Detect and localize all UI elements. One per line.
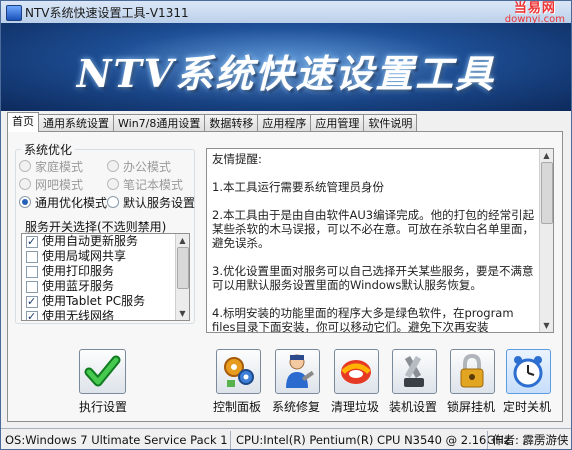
system-repair-label: 系统修复: [271, 400, 320, 414]
tab-general-system-settings[interactable]: 通用系统设置: [38, 114, 114, 132]
tab-win78-settings[interactable]: Win7/8通用设置: [113, 114, 206, 132]
timed-shutdown-label: 定时关机: [502, 400, 551, 414]
checkbox[interactable]: [26, 281, 38, 293]
window-title: NTV系统快速设置工具-V1311: [25, 6, 189, 20]
watermark-brand: 当易网: [513, 1, 556, 16]
radio-label: 默认服务设置: [123, 196, 196, 210]
install-settings-button[interactable]: [392, 349, 437, 394]
notice-text: 友情提醒: 1.本工具运行需要系统管理员身份 2.本工具由于是由自由软件AU3编…: [212, 152, 535, 333]
scroll-up-icon[interactable]: ▲: [176, 234, 189, 247]
radio-label: 通用优化模式: [35, 196, 108, 210]
scroll-thumb[interactable]: [177, 247, 189, 289]
service-item-wireless[interactable]: 使用无线网络: [22, 309, 189, 321]
radio-button[interactable]: [107, 160, 119, 172]
service-item-auto-update[interactable]: 使用自动更新服务: [22, 234, 189, 249]
service-item-label: 使用局域网共享: [42, 249, 127, 263]
service-item-label: 使用无线网络: [42, 309, 115, 321]
app-window: NTV系统快速设置工具-V1311 当易网 downyi.com NTV系统快速…: [0, 0, 572, 450]
status-bar: OS:Windows 7 Ultimate Service Pack 1 CPU…: [1, 428, 571, 449]
radio-label: 家庭模式: [35, 160, 84, 174]
radio-laptop-mode[interactable]: 笔记本模式: [107, 176, 197, 192]
checkbox[interactable]: [26, 234, 38, 249]
green-check-icon: [84, 355, 121, 387]
checkbox[interactable]: [26, 251, 38, 263]
radio-button[interactable]: [107, 196, 119, 208]
status-separator: [230, 431, 231, 449]
service-item-label: 使用Tablet PC服务: [42, 294, 146, 308]
service-item-tablet-pc[interactable]: 使用Tablet PC服务: [22, 294, 189, 309]
status-separator: [487, 431, 488, 449]
install-settings-icon: [404, 355, 424, 387]
lock-screen-label: 锁屏挂机: [446, 400, 495, 414]
checkbox[interactable]: [26, 309, 38, 320]
notice-scrollbar[interactable]: ▲ ▼: [539, 149, 553, 332]
tab-home[interactable]: 首页: [7, 112, 39, 132]
radio-default-service[interactable]: 默认服务设置: [107, 194, 202, 210]
radio-office-mode[interactable]: 办公模式: [107, 158, 197, 174]
install-settings-label: 装机设置: [388, 400, 437, 414]
system-repair-button[interactable]: [275, 349, 320, 394]
status-os: OS:Windows 7 Ultimate Service Pack 1: [5, 433, 228, 447]
optimize-group-title: 系统优化: [21, 141, 76, 158]
status-cpu: CPU:Intel(R) Pentium(R) CPU N3540 @ 2.16…: [236, 433, 510, 447]
control-panel-label: 控制面板: [212, 400, 261, 414]
status-author: 作者: 霹雳游侠: [492, 433, 569, 447]
radio-label: 笔记本模式: [123, 178, 184, 192]
radio-button[interactable]: [19, 178, 31, 190]
checkbox[interactable]: [26, 294, 38, 309]
control-panel-button[interactable]: [216, 349, 261, 394]
service-item-label: 使用蓝牙服务: [42, 279, 115, 293]
tab-software-info[interactable]: 软件说明: [363, 114, 418, 132]
radio-button[interactable]: [19, 160, 31, 172]
execute-button[interactable]: [79, 349, 126, 394]
service-item-bluetooth[interactable]: 使用蓝牙服务: [22, 279, 189, 294]
clean-junk-button[interactable]: [334, 349, 379, 394]
radio-button[interactable]: [107, 178, 119, 190]
system-repair-icon: [286, 354, 315, 388]
header-banner: NTV系统快速设置工具: [1, 23, 571, 111]
scroll-down-icon[interactable]: ▼: [176, 307, 189, 320]
tab-app-management[interactable]: 应用管理: [310, 114, 365, 132]
radio-label: 办公模式: [123, 160, 172, 174]
notice-textarea[interactable]: 友情提醒: 1.本工具运行需要系统管理员身份 2.本工具由于是由自由软件AU3编…: [206, 148, 554, 333]
scroll-up-icon[interactable]: ▲: [540, 149, 553, 162]
service-list[interactable]: 使用自动更新服务 使用局域网共享 使用打印服务 使用蓝牙服务 使用Tablet …: [21, 233, 190, 321]
service-item-label: 使用打印服务: [42, 264, 115, 278]
tab-applications[interactable]: 应用程序: [257, 114, 312, 132]
title-bar: NTV系统快速设置工具-V1311 当易网 downyi.com: [1, 1, 571, 25]
clean-junk-icon: [341, 360, 371, 384]
radio-button[interactable]: [19, 196, 31, 208]
control-panel-icon: [224, 357, 254, 387]
tab-bar: 首页 通用系统设置 Win7/8通用设置 数据转移 应用程序 应用管理 软件说明: [7, 112, 418, 132]
radio-label: 网吧模式: [35, 178, 84, 192]
service-item-lan-share[interactable]: 使用局域网共享: [22, 249, 189, 264]
scroll-thumb[interactable]: [541, 162, 553, 224]
scroll-down-icon[interactable]: ▼: [540, 319, 553, 332]
timed-shutdown-button[interactable]: [506, 349, 551, 394]
service-list-scrollbar[interactable]: ▲ ▼: [175, 234, 189, 320]
timed-shutdown-icon: [513, 356, 543, 388]
banner-title: NTV系统快速设置工具: [76, 51, 496, 96]
execute-button-label: 执行设置: [78, 400, 127, 414]
tab-data-transfer[interactable]: 数据转移: [204, 114, 259, 132]
service-item-label: 使用自动更新服务: [42, 234, 139, 248]
lock-screen-icon: [460, 353, 484, 388]
app-icon: [6, 5, 22, 21]
clean-junk-label: 清理垃圾: [330, 400, 379, 414]
lock-screen-button[interactable]: [450, 349, 495, 394]
checkbox[interactable]: [26, 266, 38, 278]
service-item-print[interactable]: 使用打印服务: [22, 264, 189, 279]
watermark-logo: 当易网 downyi.com: [505, 1, 565, 25]
